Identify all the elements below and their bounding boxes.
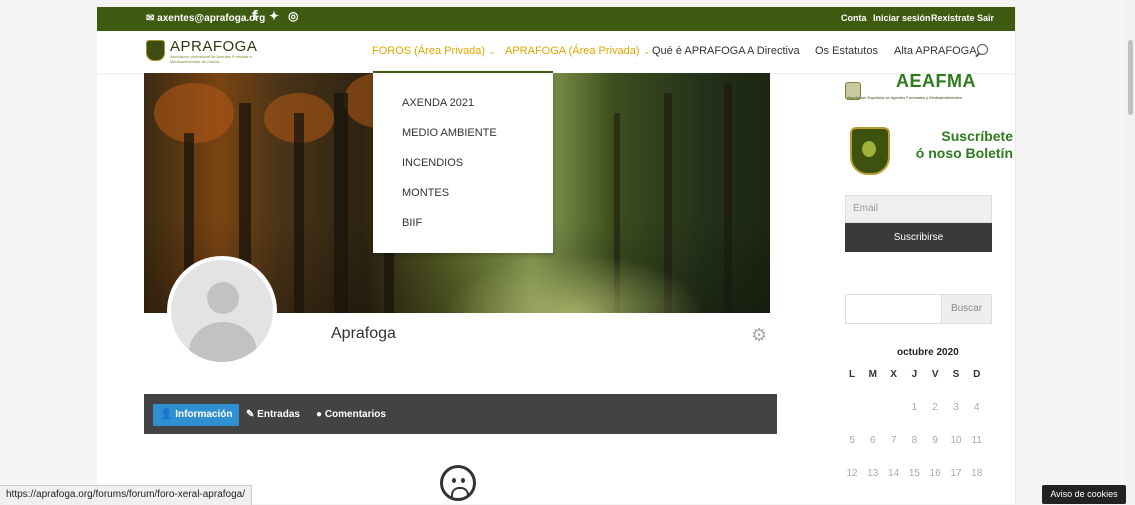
foros-dropdown-menu: AXENDA 2021 MEDIO AMBIENTE INCENDIOS MON… (373, 71, 553, 253)
dropdown-item-medio-ambiente[interactable]: MEDIO AMBIENTE (402, 127, 497, 139)
subscribe-button[interactable]: Suscribirse (845, 223, 992, 252)
dropdown-item-biif[interactable]: BIIF (402, 217, 422, 229)
tab-comentarios[interactable]: ● Comentarios (316, 404, 386, 426)
tab-entradas[interactable]: ✎ Entradas (246, 404, 300, 426)
instagram-icon[interactable]: ◎ (288, 9, 298, 23)
user-icon: 👤 (160, 409, 176, 420)
top-bar: ✉ axentes@aprafoga.org f ✦ ◎ Conta Inici… (97, 7, 1015, 31)
page-container: ✉ axentes@aprafoga.org f ✦ ◎ Conta Inici… (97, 7, 1015, 504)
subscribe-heading: Suscríbete ó noso Boletín (915, 128, 1013, 161)
avatar (167, 256, 277, 366)
status-bar-url: https://aprafoga.org/forums/forum/foro-x… (0, 485, 253, 505)
main-navigation: APRAFOGA Asociación profesional de Axent… (97, 31, 1015, 73)
pencil-icon: ✎ (246, 409, 258, 420)
calendar-day: 7 (890, 435, 897, 446)
search-button[interactable]: Buscar (941, 294, 992, 324)
email-field[interactable]: Email (845, 195, 992, 223)
page-scrollbar[interactable] (1126, 0, 1135, 504)
calendar-weekday: D (973, 369, 981, 380)
avatar-placeholder-icon (207, 282, 239, 314)
chevron-down-icon: ⌄ (489, 47, 496, 56)
dropdown-item-montes[interactable]: MONTES (402, 187, 449, 199)
tab-informacion[interactable]: 👤 Información (153, 404, 240, 426)
aeafma-title[interactable]: AEAFMA (896, 71, 976, 92)
nav-item-que-e[interactable]: Qué é APRAFOGA (652, 45, 746, 57)
calendar-day: 13 (867, 468, 879, 479)
calendar-weekday: J (911, 369, 918, 380)
calendar-day: 3 (953, 402, 959, 413)
aeafma-subtitle: Asociación Española de Agentes Forestale… (847, 95, 962, 100)
aprafoga-badge-icon (850, 127, 890, 175)
calendar-day: 17 (950, 468, 962, 479)
logo-badge-icon[interactable] (146, 40, 165, 61)
mail-icon: ✉ (146, 13, 158, 24)
calendar-day: 16 (929, 468, 941, 479)
search-input[interactable] (845, 294, 942, 324)
calendar-day: 15 (908, 468, 920, 479)
topbar-link-register[interactable]: Rexistrate (931, 13, 975, 23)
dropdown-item-axenda[interactable]: AXENDA 2021 (402, 97, 474, 109)
calendar-weekday: X (890, 369, 897, 380)
calendar-day: 8 (911, 435, 918, 446)
calendar-day: 9 (932, 435, 938, 446)
nav-item-directiva[interactable]: A Directiva (747, 45, 800, 57)
calendar-day: 5 (849, 435, 855, 446)
site-logo-text[interactable]: APRAFOGA (170, 38, 257, 55)
calendar-weekday: S (952, 369, 960, 380)
calendar-weekday: M (868, 369, 877, 380)
calendar-month: octubre 2020 (897, 347, 959, 358)
topbar-email[interactable]: ✉ axentes@aprafoga.org (146, 13, 265, 24)
profile-tabs: 👤 Información ✎ Entradas ● Comentarios (144, 394, 777, 434)
calendar-day: 14 (888, 468, 900, 479)
profile-name: Aprafoga (331, 325, 396, 342)
nav-item-alta[interactable]: Alta APRAFOGA (894, 45, 977, 57)
calendar-day: 12 (846, 468, 858, 479)
search-icon[interactable] (977, 44, 988, 55)
twitter-icon[interactable]: ✦ (269, 9, 279, 23)
site-logo-subtitle: Asociación profesional de Axentes Forest… (170, 54, 252, 64)
calendar-weekday: L (848, 369, 856, 380)
nav-item-foros[interactable]: FOROS (Área Privada) ⌄ (372, 45, 496, 57)
topbar-link-conta[interactable]: Conta (841, 13, 867, 23)
calendar-day: 10 (950, 435, 962, 446)
calendar-day: 11 (971, 435, 982, 446)
nav-item-estatutos[interactable]: Os Estatutos (815, 45, 878, 57)
calendar-day: 2 (932, 402, 938, 413)
chevron-down-icon: ⌄ (643, 47, 651, 56)
gear-icon[interactable]: ⚙ (751, 325, 767, 346)
cookie-notice-button[interactable]: Aviso de cookies (1042, 485, 1126, 504)
nav-item-aprafoga[interactable]: APRAFOGA (Área Privada) ⌄ (505, 45, 650, 57)
topbar-link-logout[interactable]: Sair (977, 13, 994, 23)
scrollbar-thumb[interactable] (1128, 40, 1133, 115)
calendar-weekday: V (931, 369, 939, 380)
sad-face-icon (440, 465, 476, 501)
facebook-icon[interactable]: f (252, 9, 258, 24)
topbar-link-login[interactable]: Iniciar sesión (873, 13, 931, 23)
calendar-day: 6 (870, 435, 876, 446)
calendar-day: 18 (971, 468, 983, 479)
calendar-day: 4 (974, 402, 980, 413)
comment-icon: ● (316, 409, 325, 420)
dropdown-item-incendios[interactable]: INCENDIOS (402, 157, 463, 169)
calendar-day: 1 (911, 402, 918, 413)
